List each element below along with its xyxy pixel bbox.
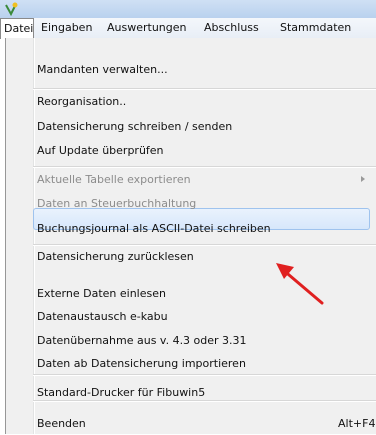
menu-item-datenaustausch-ekabu[interactable]: Datenaustausch e-kabu <box>37 306 168 328</box>
menu-datei[interactable]: Datei <box>0 18 34 39</box>
beenden-shortcut: Alt+F4 <box>338 417 376 430</box>
submenu-arrow-icon <box>361 176 365 182</box>
menu-bar: Datei Eingaben Auswertungen Abschluss St… <box>0 18 376 39</box>
menu-item-beenden[interactable]: Beenden <box>37 413 86 435</box>
menu-item-datensicherung-zuruecklesen[interactable]: Datensicherung zurücklesen <box>37 246 194 268</box>
title-bar <box>0 0 376 18</box>
menu-item-datenuebernahme[interactable]: Datenübernahme aus v. 4.3 oder 3.31 <box>37 330 247 352</box>
menu-separator <box>33 166 376 168</box>
app-icon[interactable] <box>4 2 18 16</box>
menu-auswertungen[interactable]: Auswertungen <box>107 18 187 38</box>
menu-item-mandanten-verwalten[interactable]: Mandanten verwalten... <box>37 59 168 81</box>
menu-separator <box>33 88 376 90</box>
menu-item-externe-daten[interactable]: Externe Daten einlesen <box>37 283 166 305</box>
menu-eingaben[interactable]: Eingaben <box>41 18 92 38</box>
menu-stammdaten[interactable]: Stammdaten <box>280 18 351 38</box>
menu-item-standard-drucker[interactable]: Standard-Drucker für Fibuwin5 <box>37 382 205 404</box>
red-arrow-annotation <box>276 263 324 305</box>
menu-item-daten-steuerbuchhaltung: Daten an Steuerbuchhaltung <box>37 197 197 210</box>
menu-abschluss[interactable]: Abschluss <box>204 18 259 38</box>
menu-item-update-pruefen[interactable]: Auf Update überprüfen <box>37 140 164 162</box>
menu-item-tabelle-exportieren: Aktuelle Tabelle exportieren <box>37 173 191 186</box>
menu-item-reorganisation[interactable]: Reorganisation.. <box>37 91 126 113</box>
menu-item-datensicherung-schreiben[interactable]: Datensicherung schreiben / senden <box>37 116 232 138</box>
menu-item-buchungsjournal-ascii[interactable]: Buchungsjournal als ASCII-Datei schreibe… <box>37 218 271 240</box>
menu-item-daten-importieren[interactable]: Daten ab Datensicherung importieren <box>37 353 246 375</box>
